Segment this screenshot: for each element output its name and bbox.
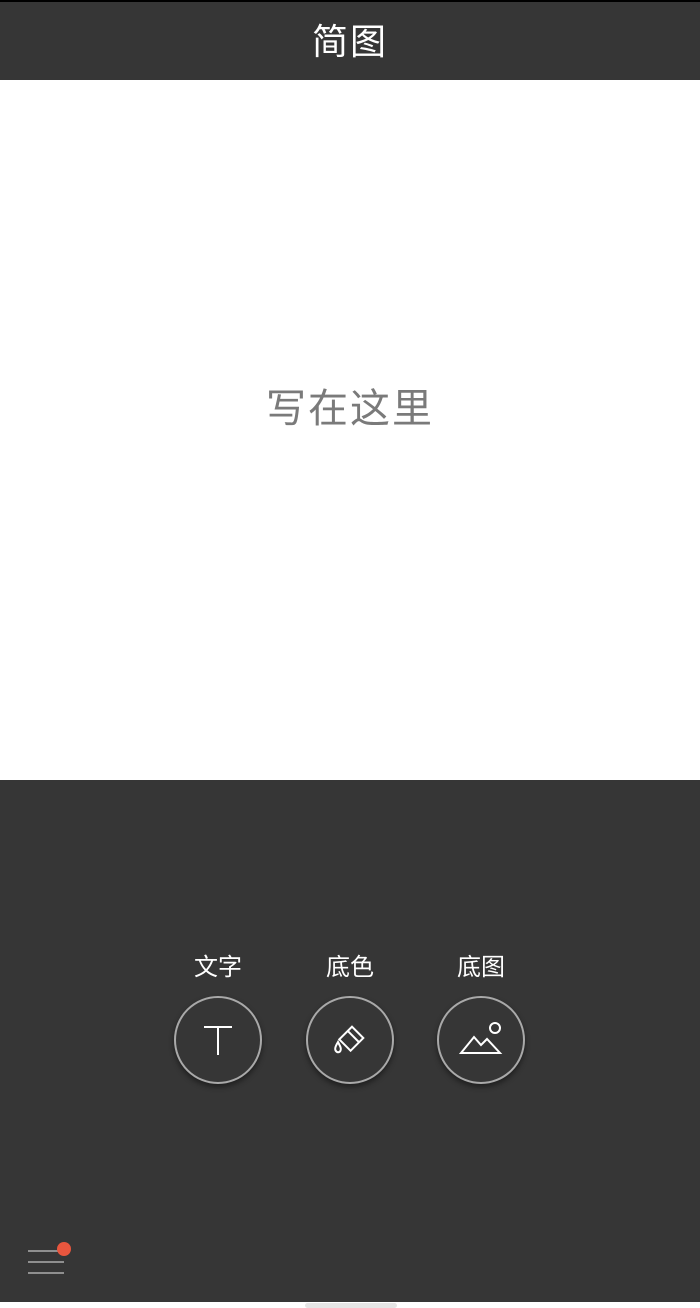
background-color-tool-circle[interactable] <box>306 996 394 1084</box>
image-icon <box>458 1022 503 1054</box>
background-image-tool-button[interactable]: 底图 <box>426 950 536 1084</box>
background-image-tool-circle[interactable] <box>437 996 525 1084</box>
menu-button[interactable] <box>26 1240 76 1280</box>
top-bar: 简图 <box>0 0 700 80</box>
background-color-tool-button[interactable]: 底色 <box>295 950 405 1084</box>
text-icon <box>204 1026 232 1055</box>
text-tool-circle[interactable] <box>174 996 262 1084</box>
background-image-tool-label: 底图 <box>457 953 505 981</box>
canvas-placeholder-text[interactable]: 写在这里 <box>266 376 434 434</box>
notification-dot <box>57 1242 71 1256</box>
menu-icon-line-3 <box>28 1272 64 1274</box>
menu-icon-line-2 <box>28 1261 64 1263</box>
app-root: 简图 写在这里 文字 底色 底图 <box>0 0 700 1308</box>
background-color-tool-label: 底色 <box>326 953 374 981</box>
canvas-area[interactable]: 写在这里 <box>0 80 700 780</box>
text-tool-button[interactable]: 文字 <box>163 950 273 1084</box>
paint-bucket-icon <box>334 1025 365 1054</box>
tool-bar: 文字 底色 底图 <box>0 950 700 1090</box>
home-indicator <box>305 1303 397 1308</box>
page-title: 简图 <box>311 22 388 63</box>
text-tool-label: 文字 <box>194 953 242 981</box>
